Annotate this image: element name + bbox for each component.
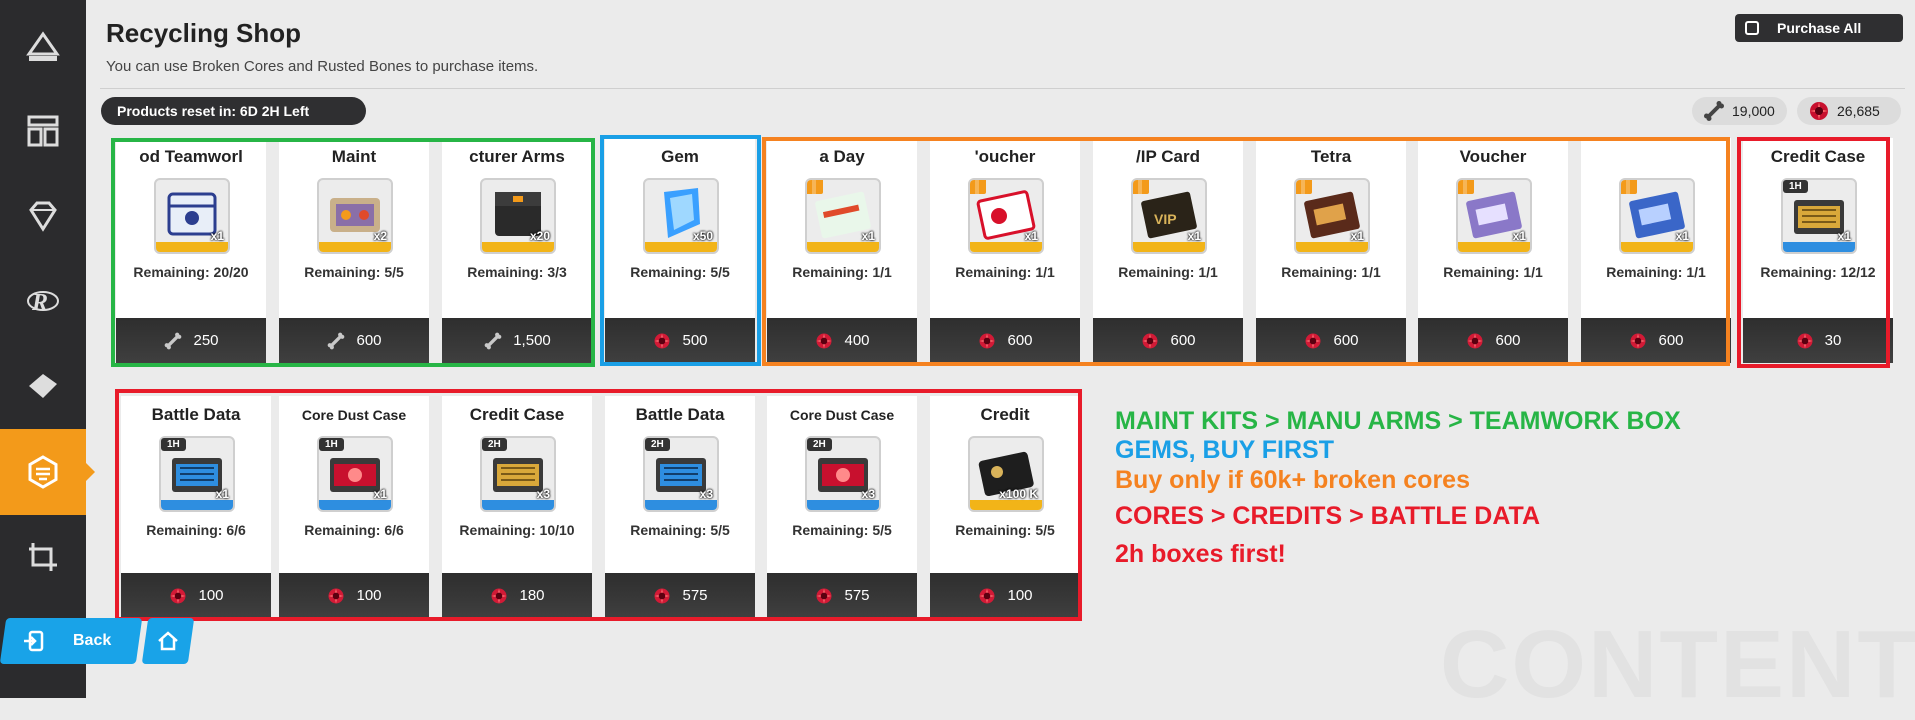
purchase-all-button[interactable]: Purchase All xyxy=(1735,14,1903,42)
crop-icon xyxy=(29,543,57,571)
annotation-line: 2h boxes first! xyxy=(1115,540,1286,568)
nav-anvil[interactable] xyxy=(0,5,86,91)
r-logo-icon: R xyxy=(27,290,59,316)
divider xyxy=(100,88,1905,89)
side-navigation: R xyxy=(0,0,95,698)
annotation-line: MAINT KITS > MANU ARMS > TEAMWORK BOX xyxy=(1115,407,1681,435)
currency-rusted-bones: 19,000 xyxy=(1692,97,1787,125)
nav-crop[interactable] xyxy=(0,514,86,600)
group-outline-red-top xyxy=(1737,137,1890,368)
nav-r-logo[interactable]: R xyxy=(0,258,86,344)
page-title: Recycling Shop xyxy=(106,18,302,48)
back-button[interactable]: Back xyxy=(0,618,143,664)
nav-ticket[interactable] xyxy=(0,343,86,429)
nav-layout[interactable] xyxy=(0,88,86,174)
back-label: Back xyxy=(73,632,112,649)
layout-icon xyxy=(27,115,59,147)
ticket-icon xyxy=(29,374,57,398)
rusted-bone-icon xyxy=(1704,101,1724,121)
currency-value: 26,685 xyxy=(1837,103,1880,119)
home-icon xyxy=(158,631,178,651)
broken-core-icon xyxy=(1810,102,1828,120)
currency-broken-cores: 26,685 xyxy=(1797,97,1901,125)
group-outline-blue xyxy=(600,135,761,366)
group-outline-orange xyxy=(762,137,1730,366)
page-subtitle: You can use Broken Cores and Rusted Bone… xyxy=(106,58,539,75)
exit-icon xyxy=(24,630,44,652)
currency-value: 19,000 xyxy=(1732,103,1775,119)
purchase-all-label: Purchase All xyxy=(1777,20,1862,36)
annotation-line: GEMS, BUY FIRST xyxy=(1115,436,1335,464)
anvil-icon xyxy=(26,31,60,61)
purchase-all-checkbox[interactable] xyxy=(1745,21,1759,35)
reset-timer: Products reset in: 6D 2H Left xyxy=(101,97,366,125)
home-button[interactable] xyxy=(141,618,195,664)
group-outline-green xyxy=(111,138,595,367)
nav-recycling-shop[interactable] xyxy=(0,429,95,515)
recycle-hex-icon xyxy=(28,455,58,489)
background-watermark: CONTENT xyxy=(1440,611,1915,718)
nav-diamond[interactable] xyxy=(0,173,86,259)
annotation-line: Buy only if 60k+ broken cores xyxy=(1115,466,1470,494)
diamond-icon xyxy=(29,201,57,232)
group-outline-red-bottom xyxy=(115,389,1082,621)
annotation-line: CORES > CREDITS > BATTLE DATA xyxy=(1115,502,1541,530)
